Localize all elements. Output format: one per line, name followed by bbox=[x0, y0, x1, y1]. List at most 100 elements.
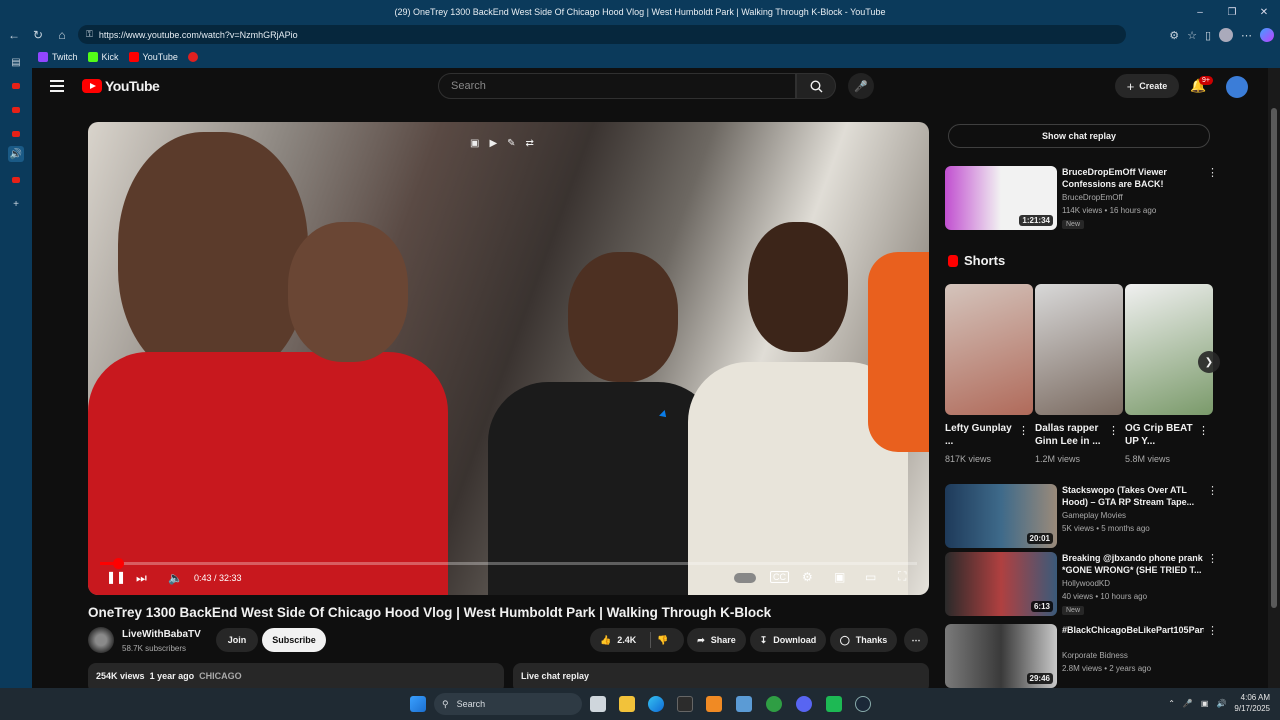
short-item[interactable]: Lefty Gunplay ... 817K views ⋮ bbox=[945, 284, 1033, 464]
create-button[interactable]: + Create bbox=[1115, 74, 1179, 98]
video-thumbnail[interactable]: 6:13 bbox=[945, 552, 1057, 616]
more-options-icon[interactable]: ⋮ bbox=[1207, 484, 1218, 497]
more-options-icon[interactable]: ⋮ bbox=[1207, 166, 1218, 179]
more-options-icon[interactable]: ⋮ bbox=[1207, 552, 1218, 565]
refresh-icon[interactable]: ↻ bbox=[26, 24, 50, 46]
video-thumbnail[interactable]: 1:21:34 bbox=[945, 166, 1057, 230]
share-button[interactable]: ➦ Share bbox=[687, 628, 746, 652]
captions-icon[interactable]: CC bbox=[770, 571, 789, 583]
autoplay-toggle[interactable] bbox=[734, 573, 756, 583]
channel-avatar[interactable] bbox=[88, 627, 114, 653]
speaker-icon[interactable]: 🔊 bbox=[8, 146, 24, 162]
like-button[interactable]: 👍 2.4K 👎 bbox=[590, 628, 684, 652]
volume-icon[interactable]: 🔈 bbox=[168, 571, 183, 585]
short-title[interactable]: Lefty Gunplay ... bbox=[945, 422, 1017, 450]
maximize-button[interactable]: ❐ bbox=[1216, 0, 1248, 24]
hashtag[interactable]: CHICAGO bbox=[199, 671, 242, 681]
youtube-logo[interactable]: YouTube bbox=[82, 78, 160, 94]
video-title[interactable]: Stackswopo (Takes Over ATL Hood) – GTA R… bbox=[1062, 484, 1204, 508]
more-options-icon[interactable]: ⋮ bbox=[1018, 424, 1029, 437]
home-icon[interactable]: ⌂ bbox=[50, 24, 74, 46]
more-actions-button[interactable]: ⋯ bbox=[904, 628, 928, 652]
short-item[interactable]: Dallas rapper Ginn Lee in ... 1.2M views… bbox=[1035, 284, 1123, 464]
menu-icon[interactable] bbox=[50, 80, 64, 92]
more-options-icon[interactable]: ⋮ bbox=[1108, 424, 1119, 437]
close-button[interactable]: ✕ bbox=[1248, 0, 1280, 24]
progress-bar[interactable] bbox=[100, 558, 917, 569]
video-title[interactable]: BruceDropEmOff Viewer Confessions are BA… bbox=[1062, 166, 1204, 190]
youtube-tab-icon[interactable] bbox=[8, 172, 24, 188]
fullscreen-icon[interactable]: ⛶ bbox=[898, 569, 906, 584]
chevron-up-icon[interactable]: ⌃ bbox=[1168, 699, 1175, 708]
short-thumbnail[interactable] bbox=[1125, 284, 1213, 415]
recommended-video[interactable]: 1:21:34 BruceDropEmOff Viewer Confession… bbox=[945, 166, 1245, 230]
search-input[interactable]: Search bbox=[438, 73, 796, 99]
video-title[interactable]: Breaking @jbxando phone prank *GONE WRON… bbox=[1062, 552, 1204, 576]
miniplayer-icon[interactable]: ▣ bbox=[834, 570, 845, 584]
volume-icon[interactable]: 🔊 bbox=[1216, 699, 1226, 708]
app-icon[interactable] bbox=[736, 696, 752, 712]
app-icon[interactable] bbox=[826, 696, 842, 712]
channel-name[interactable]: LiveWithBabaTV bbox=[122, 629, 201, 640]
collections-icon[interactable]: ▯ bbox=[1205, 29, 1211, 42]
video-player[interactable]: ▣ ▶ ✎ ⇄ ❚❚ ⏭ 🔈 0:43 / 32:33 CC ⚙ ▣ ▭ ⛶ bbox=[88, 122, 929, 595]
show-chat-replay-button[interactable]: Show chat replay bbox=[948, 124, 1210, 148]
join-button[interactable]: Join bbox=[216, 628, 258, 652]
xbox-icon[interactable] bbox=[766, 696, 782, 712]
search-button[interactable] bbox=[796, 73, 836, 99]
short-item[interactable]: OG Crip BEAT UP Y... 5.8M views ⋮ bbox=[1125, 284, 1213, 464]
tabs-icon[interactable]: ▤ bbox=[8, 54, 24, 70]
recommended-video[interactable]: 6:13 Breaking @jbxando phone prank *GONE… bbox=[945, 552, 1245, 616]
youtube-tab-icon[interactable] bbox=[8, 78, 24, 94]
copilot-icon[interactable] bbox=[1260, 28, 1274, 42]
notes-icon[interactable]: ✎ bbox=[507, 138, 515, 149]
youtube-tab-icon[interactable] bbox=[8, 102, 24, 118]
bookmark-kick[interactable]: Kick bbox=[87, 52, 119, 62]
short-title[interactable]: OG Crip BEAT UP Y... bbox=[1125, 422, 1197, 450]
next-icon[interactable]: ⏭ bbox=[136, 571, 147, 586]
favorites-icon[interactable]: ☆ bbox=[1187, 29, 1197, 42]
translate-icon[interactable]: ⇄ bbox=[526, 138, 534, 149]
minimize-button[interactable]: – bbox=[1184, 0, 1216, 24]
file-explorer-icon[interactable] bbox=[619, 696, 635, 712]
shorts-next-button[interactable]: ❯ bbox=[1198, 351, 1220, 373]
settings-icon[interactable]: ⚙ bbox=[802, 570, 813, 584]
thanks-button[interactable]: ◯ Thanks bbox=[830, 628, 897, 652]
pause-icon[interactable]: ❚❚ bbox=[106, 570, 126, 584]
clock[interactable]: 4:06 AM 9/17/2025 bbox=[1234, 692, 1270, 714]
description-box[interactable]: 254K views 1 year ago CHICAGO bbox=[88, 663, 504, 688]
subscribe-button[interactable]: Subscribe bbox=[262, 628, 326, 652]
channel-name[interactable]: HollywoodKD bbox=[1062, 579, 1110, 588]
task-view-icon[interactable] bbox=[590, 696, 606, 712]
scrollbar-thumb[interactable] bbox=[1271, 108, 1277, 608]
mic-icon[interactable]: 🎤 bbox=[1183, 699, 1193, 708]
recommended-video[interactable]: 20:01 Stackswopo (Takes Over ATL Hood) –… bbox=[945, 484, 1245, 548]
clip-icon[interactable]: ▣ bbox=[470, 138, 479, 149]
channel-name[interactable]: Korporate Bidness bbox=[1062, 651, 1128, 660]
profile-icon[interactable] bbox=[1219, 28, 1233, 42]
channel-name[interactable]: Gameplay Movies bbox=[1062, 511, 1126, 520]
address-bar[interactable]: ⚿ https://www.youtube.com/watch?v=NzmhGR… bbox=[78, 25, 1126, 44]
bookmark-twitch[interactable]: Twitch bbox=[38, 52, 78, 62]
download-button[interactable]: ↧ Download bbox=[750, 628, 826, 652]
more-options-icon[interactable]: ⋮ bbox=[1207, 624, 1218, 637]
bookmark-red[interactable] bbox=[187, 52, 198, 62]
video-thumbnail[interactable]: 20:01 bbox=[945, 484, 1057, 548]
back-icon[interactable]: ← bbox=[2, 24, 26, 46]
live-chat-replay-panel[interactable]: Live chat replay bbox=[513, 663, 929, 688]
recommended-video[interactable]: 29:46 #BlackChicagoBeLikePart105Part9 Ko… bbox=[945, 624, 1245, 688]
short-thumbnail[interactable] bbox=[945, 284, 1033, 415]
terminal-icon[interactable] bbox=[677, 696, 693, 712]
video-title[interactable]: #BlackChicagoBeLikePart105Part9 bbox=[1062, 624, 1204, 636]
bookmark-youtube[interactable]: YouTube bbox=[128, 52, 178, 62]
short-title[interactable]: Dallas rapper Ginn Lee in ... bbox=[1035, 422, 1107, 450]
taskbar-search[interactable]: ⚲ Search bbox=[434, 693, 582, 715]
windows-start-icon[interactable] bbox=[410, 696, 426, 712]
miniplayer-icon[interactable]: ▶ bbox=[489, 138, 497, 149]
page-scrollbar[interactable] bbox=[1268, 68, 1280, 688]
youtube-tab-icon[interactable] bbox=[8, 126, 24, 142]
display-icon[interactable]: ▣ bbox=[1201, 699, 1209, 708]
add-tab-icon[interactable]: + bbox=[8, 196, 24, 212]
discord-icon[interactable] bbox=[796, 696, 812, 712]
edge-icon[interactable] bbox=[648, 696, 664, 712]
